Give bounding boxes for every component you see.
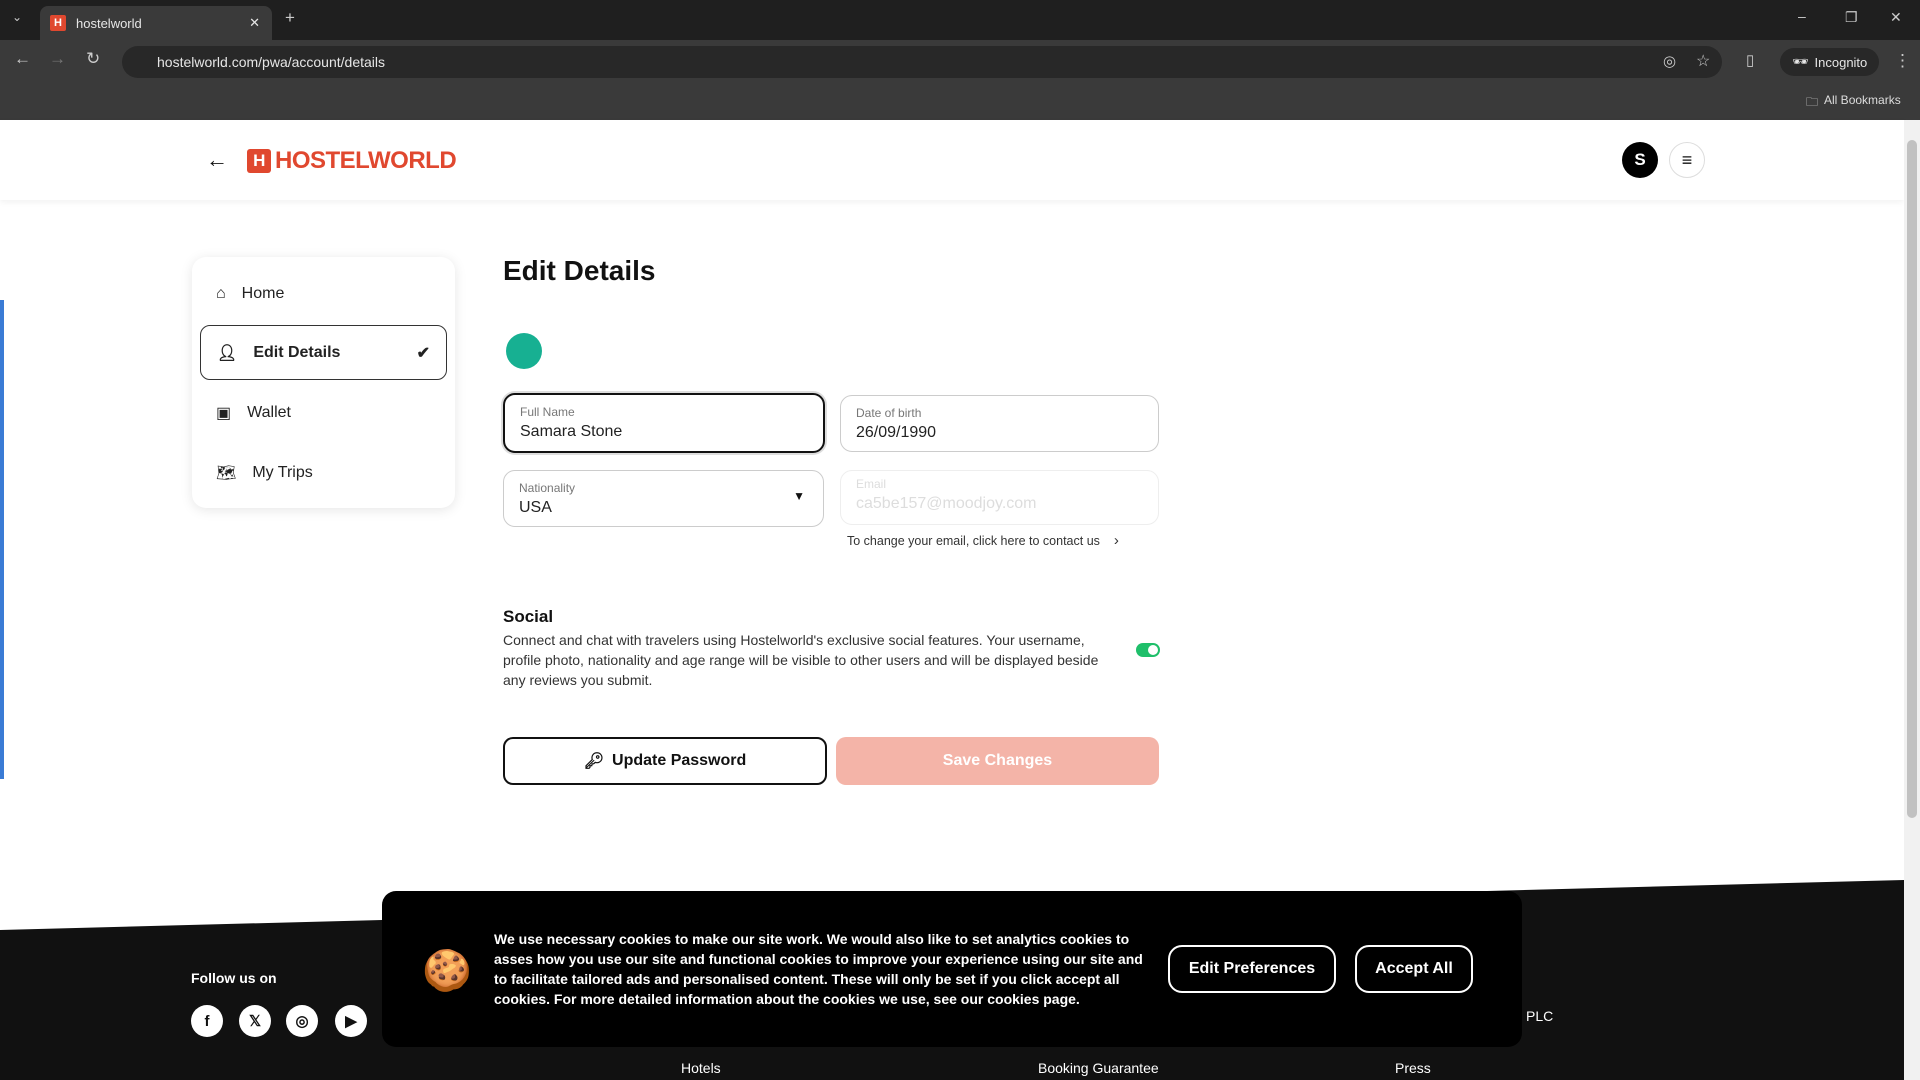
tab-bar: ⌄ Hhostelworld ✕ + – ❐ ✕ xyxy=(0,0,1920,40)
user-icon: 👤︎ xyxy=(217,344,238,362)
caret-down-icon: ▼ xyxy=(793,489,805,503)
star-icon[interactable]: ☆ xyxy=(1696,51,1710,71)
field-value: ca5be157@moodjoy.com xyxy=(856,495,1037,512)
save-changes-button[interactable]: Save Changes xyxy=(836,737,1159,785)
field-value: Samara Stone xyxy=(520,423,623,440)
all-bookmarks-label: All Bookmarks xyxy=(1824,93,1901,107)
sidebar-item-my-trips[interactable]: 🗺︎ My Trips xyxy=(200,445,447,500)
edit-preferences-button[interactable]: Edit Preferences xyxy=(1168,945,1336,993)
eye-off-icon[interactable]: ◎ xyxy=(1663,52,1676,70)
sidebar-item-home[interactable]: ⌂ Home xyxy=(200,266,447,321)
url-text: hostelworld.com/pwa/account/details xyxy=(157,54,386,70)
footer-link-press[interactable]: Press xyxy=(1395,1060,1431,1076)
restore-icon[interactable]: ❐ xyxy=(1845,9,1858,26)
cookie-icon: 🍪 xyxy=(422,949,472,993)
field-value: 26/09/1990 xyxy=(856,424,937,441)
hamburger-menu-icon[interactable]: ≡ xyxy=(1669,142,1705,178)
sidebar-item-label: Wallet xyxy=(247,403,291,421)
tab-title: hostelworld xyxy=(76,15,142,31)
accent-line xyxy=(0,300,4,779)
scrollbar-thumb[interactable] xyxy=(1907,140,1917,818)
map-icon: 🗺︎ xyxy=(216,464,237,482)
profile-photo[interactable] xyxy=(506,333,542,369)
button-label: Save Changes xyxy=(942,752,1053,769)
field-label: Email xyxy=(856,477,887,491)
sidepanel-icon[interactable]: ▯ xyxy=(1746,51,1754,69)
update-password-button[interactable]: 🔑︎ Update Password xyxy=(503,737,827,785)
x-icon[interactable]: 𝕏 xyxy=(239,1005,271,1037)
field-label: Date of birth xyxy=(856,406,922,420)
back-arrow-icon[interactable]: ← xyxy=(206,147,228,173)
reload-icon[interactable]: ↻ xyxy=(86,49,100,69)
facebook-icon[interactable]: f xyxy=(191,1005,223,1037)
email-field: Email ca5be157@moodjoy.com xyxy=(840,470,1159,525)
sidebar-item-label: Edit Details xyxy=(253,343,341,361)
forward-icon[interactable]: → xyxy=(49,49,66,69)
browser-tab[interactable]: Hhostelworld ✕ xyxy=(40,6,272,40)
social-heading: Social xyxy=(503,607,554,626)
social-description: Connect and chat with travelers using Ho… xyxy=(503,632,1099,688)
close-tab-icon[interactable]: ✕ xyxy=(249,15,260,31)
page-title: Edit Details xyxy=(503,255,656,286)
follow-us-label: Follow us on xyxy=(191,970,277,986)
accept-all-button[interactable]: Accept All xyxy=(1355,945,1473,993)
social-toggle[interactable] xyxy=(1136,643,1160,657)
all-bookmarks[interactable]: 🗀 All Bookmarks xyxy=(1806,93,1901,114)
window-close-icon[interactable]: ✕ xyxy=(1890,9,1902,26)
field-label: Nationality xyxy=(519,481,576,495)
sidebar-item-edit-details[interactable]: 👤︎ Edit Details ✔ xyxy=(200,325,447,380)
home-icon: ⌂ xyxy=(216,284,226,302)
address-bar[interactable]: hostelworld.com/pwa/account/details xyxy=(122,46,1722,78)
footer-link-hotels[interactable]: Hotels xyxy=(681,1060,721,1076)
back-icon[interactable]: ← xyxy=(14,49,31,69)
check-icon: ✔ xyxy=(416,344,430,362)
chevron-right-icon: › xyxy=(1113,532,1119,549)
minimize-icon[interactable]: – xyxy=(1798,8,1806,24)
sidebar-item-wallet[interactable]: ▣ Wallet xyxy=(200,385,447,440)
folder-icon: 🗀 xyxy=(1806,95,1819,109)
bookmarks-bar: 🗀 All Bookmarks xyxy=(0,81,1920,120)
footer-link-booking-guarantee[interactable]: Booking Guarantee xyxy=(1038,1060,1159,1076)
avatar[interactable]: S xyxy=(1622,142,1658,178)
more-icon[interactable]: ⋮ xyxy=(1894,51,1911,71)
hostelworld-logo[interactable]: H HOSTELWORLD xyxy=(247,147,457,175)
dob-field[interactable]: Date of birth 26/09/1990 xyxy=(840,395,1159,452)
new-tab-icon[interactable]: + xyxy=(285,8,295,28)
youtube-icon[interactable]: ▶ xyxy=(335,1005,367,1037)
incognito-badge[interactable]: 🕶 Incognito xyxy=(1780,48,1880,76)
instagram-icon[interactable]: ◎ xyxy=(286,1005,318,1037)
sidebar-item-label: Home xyxy=(241,284,285,302)
field-label: Full Name xyxy=(520,405,575,419)
tab-search-icon[interactable]: ⌄ xyxy=(12,10,22,24)
full-name-field[interactable]: Full Name Samara Stone xyxy=(503,393,825,453)
field-value: USA xyxy=(519,499,552,516)
button-label: Update Password xyxy=(612,752,747,769)
cookie-banner: 🍪 We use necessary cookies to make our s… xyxy=(382,891,1522,1047)
incognito-label: Incognito xyxy=(1814,54,1868,70)
wallet-icon: ▣ xyxy=(216,404,232,422)
contact-us-link[interactable]: To change your email, click here to cont… xyxy=(847,532,1119,549)
account-sidebar: ⌂ Home 👤︎ Edit Details ✔ ▣ Wallet 🗺︎ My Trips xyxy=(192,257,455,508)
key-icon: 🔑︎ xyxy=(583,753,605,770)
logo-text: HOSTELWORLD xyxy=(275,147,457,174)
sidebar-item-label: My Trips xyxy=(252,463,313,481)
incognito-icon: 🕶 xyxy=(1792,54,1809,69)
favicon-icon: H xyxy=(50,15,66,31)
nationality-select[interactable]: Nationality USA ▼ xyxy=(503,470,824,527)
cookie-text: We use necessary cookies to make our sit… xyxy=(494,931,1143,1007)
footer-plc: PLC xyxy=(1526,1008,1554,1024)
contact-note: To change your email, click here to cont… xyxy=(847,534,1100,548)
